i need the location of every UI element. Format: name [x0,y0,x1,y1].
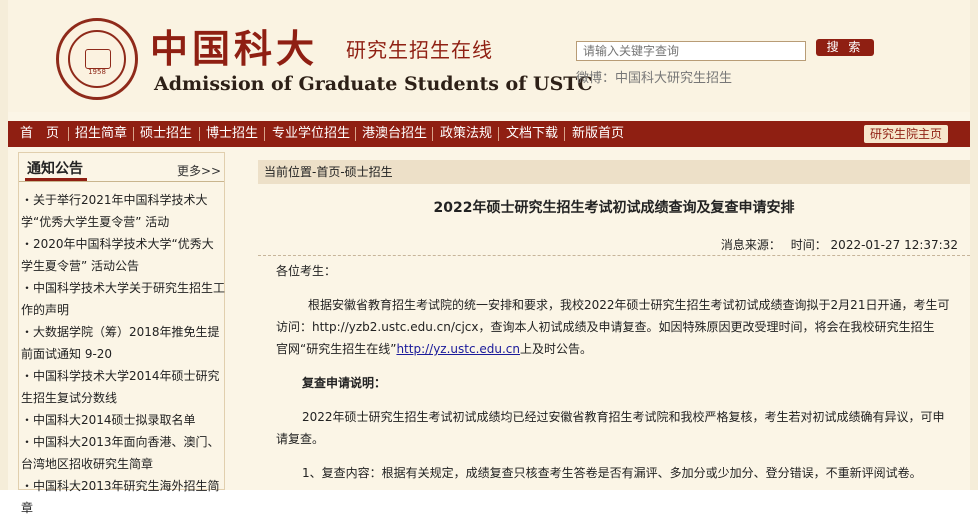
weibo-link[interactable]: 微博：中国科大研究生招生 [576,67,732,86]
nav-item-doctoral[interactable]: 博士招生 [206,121,258,147]
notice-sidebar-header: 通知公告 更多>> [19,153,224,182]
notice-item[interactable]: ・中国科学技术大学2014年硕士研究生招生复试分数线 [21,365,225,409]
nav-item-hk-macao-taiwan[interactable]: 港澳台招生 [362,121,427,147]
nav-item-policies[interactable]: 政策法规 [440,121,492,147]
site-title-english: Admission of Graduate Students of USTC [154,73,593,95]
nav-item-downloads[interactable]: 文档下载 [506,121,558,147]
paragraph-1-line: 访问：http://yzb2.ustc.edu.cn/cjcx，查询本人初试成绩… [276,320,935,334]
divider [258,255,970,256]
nav-item-masters[interactable]: 硕士招生 [140,121,192,147]
seal-year: 1958 [88,68,106,76]
ustc-logo-seal[interactable]: 1958 [56,18,138,100]
nav-separator [498,127,499,141]
notice-sidebar: 通知公告 更多>> ・关于举行2021年中国科学技术大学“优秀大学生夏令营” 活… [18,152,225,515]
paragraph-1-text: 官网“研究生招生在线” [276,342,397,356]
site-header: 1958 中国科大 研究生招生在线 Admission of Graduate … [8,0,970,112]
notice-item[interactable]: ・2020年中国科学技术大学“优秀大学生夏令营” 活动公告 [21,233,225,277]
notice-item[interactable]: ・关于举行2021年中国科学技术大学“优秀大学生夏令营” 活动 [21,189,225,233]
article-panel: 当前位置-首页-硕士招生 2022年硕士研究生招生考试初试成绩查询及复查申请安排… [258,160,970,490]
site-title-chinese: 中国科大 [150,26,319,71]
notice-sidebar-title: 通知公告 [27,161,83,177]
article-title: 2022年硕士研究生招生考试初试成绩查询及复查申请安排 [433,200,795,216]
nav-item-brochure[interactable]: 招生简章 [75,121,127,147]
nav-item-home[interactable]: 首 页 [20,121,59,147]
site-subtitle: 研究生招生在线 [346,38,493,62]
nav-separator [199,127,200,141]
notice-item[interactable]: ・中国科学技术大学关于研究生招生工作的声明 [21,277,225,321]
seal-emblem-icon [85,49,111,69]
nav-separator [264,127,265,141]
more-link[interactable]: 更多>> [177,162,221,179]
paragraph-1-line: 官网“研究生招生在线”http://yz.ustc.edu.cn上及时公告。 [276,338,592,360]
breadcrumb-text: 当前位置-首页-硕士招生 [264,165,393,179]
search-input[interactable] [576,41,806,61]
notice-item[interactable]: ・中国科大2013年面向香港、澳门、台湾地区招收研究生简章 [21,431,225,475]
greeting: 各位考生： [276,264,337,278]
nav-separator [133,127,134,141]
time-label: 时间： [790,238,827,252]
time-value: 2022-01-27 12:37:32 [830,238,958,252]
notice-item[interactable]: ・大数据学院（筹）2018年推免生提前面试通知 9-20 [21,321,225,365]
paragraph-1-text: 上及时公告。 [520,342,593,356]
nav-separator [432,127,433,141]
graduate-school-home-button[interactable]: 研究生院主页 [864,125,948,143]
seal-inner-ring: 1958 [68,30,126,88]
notice-item[interactable]: ・中国科大2014硕士拟录取名单 [21,409,225,431]
nav-separator [355,127,356,141]
article-meta: 消息来源： 时间： 2022-01-27 12:37:32 [721,236,958,253]
page-wrapper: 1958 中国科大 研究生招生在线 Admission of Graduate … [8,0,970,515]
paragraph-1-line: 根据安徽省教育招生考试院的统一安排和要求，我校2022年硕士研究生招生考试初试成… [308,298,950,312]
nav-separator [564,127,565,141]
nav-item-professional[interactable]: 专业学位招生 [272,121,350,147]
source-label: 消息来源： [720,238,781,252]
paragraph-2-line: 请复查。 [276,432,325,446]
section-heading: 复查申请说明： [302,376,387,390]
notice-item[interactable]: ・中国科大2013年研究生海外招生简章 [21,475,225,519]
search-button[interactable]: 搜 索 [816,39,874,56]
yz-ustc-link[interactable]: http://yz.ustc.edu.cn [396,342,520,356]
paragraph-2-line: 2022年硕士研究生招生考试初试成绩均已经过安徽省教育招生考试院和我校严格复核，… [302,410,945,424]
nav-separator [68,127,69,141]
nav-item-new-home[interactable]: 新版首页 [572,121,624,147]
title-underline [25,178,87,181]
breadcrumb: 当前位置-首页-硕士招生 [258,160,970,184]
paragraph-3: 1、复查内容：根据有关规定，成绩复查只核查考生答卷是否有漏评、多加分或少加分、登… [302,466,922,480]
main-nav: 首 页 招生简章 硕士招生 博士招生 专业学位招生 港澳台招生 政策法规 文档下… [8,121,970,147]
